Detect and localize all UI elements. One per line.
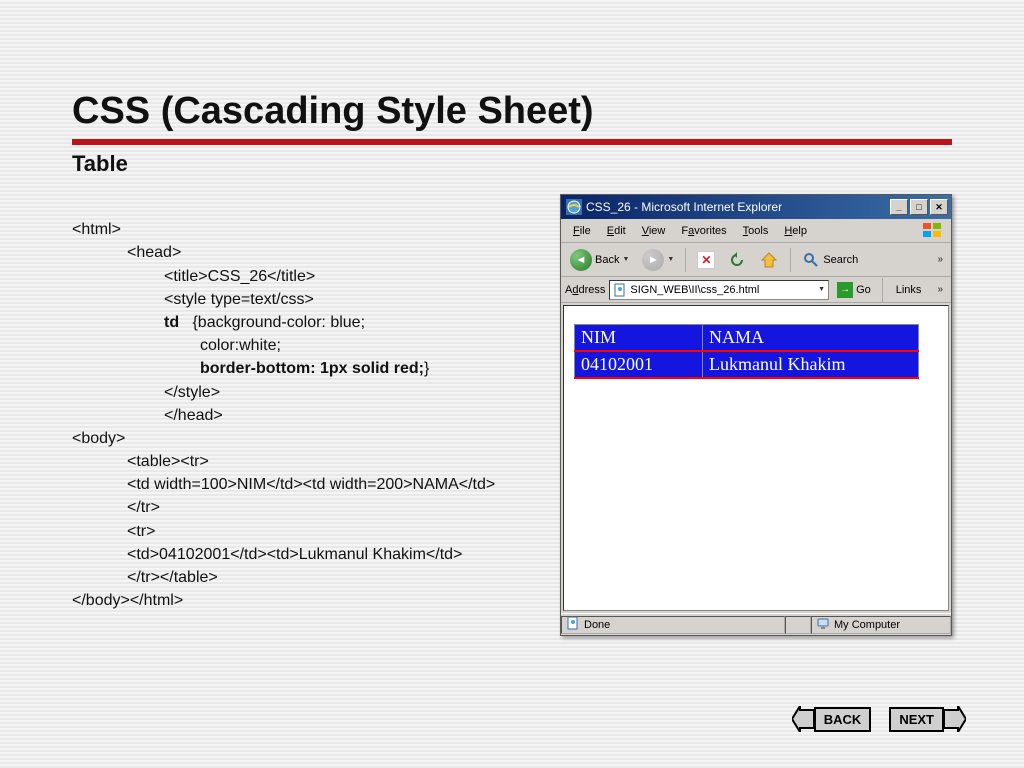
go-button[interactable]: → Go xyxy=(833,280,875,300)
arrow-left-icon xyxy=(792,706,814,732)
arrow-right-icon xyxy=(944,706,966,732)
menu-view[interactable]: View xyxy=(634,223,674,239)
table-row: 04102001 Lukmanul Khakim xyxy=(575,351,919,378)
back-nav-button[interactable]: BACK xyxy=(792,706,872,732)
windows-logo-icon xyxy=(919,221,947,241)
links-button[interactable]: Links xyxy=(890,284,928,296)
address-input[interactable]: SIGN_WEB\II\css_26.html ▼ xyxy=(609,280,829,300)
address-value: SIGN_WEB\II\css_26.html xyxy=(630,284,759,296)
chevron-down-icon: ▼ xyxy=(667,256,674,263)
slide-title: CSS (Cascading Style Sheet) xyxy=(72,90,952,133)
code-line: <td>04102001</td><td>Lukmanul Khakim</td… xyxy=(127,546,462,563)
code-line: </tr> xyxy=(127,499,160,516)
toolbar-separator xyxy=(685,248,686,272)
home-icon xyxy=(759,250,779,270)
status-zone: My Computer xyxy=(811,616,951,634)
code-line: </body></html> xyxy=(72,592,183,609)
menu-edit[interactable]: Edit xyxy=(599,223,634,239)
stop-button[interactable]: ✕ xyxy=(692,247,720,273)
links-overflow-icon[interactable]: » xyxy=(933,284,947,295)
page-icon xyxy=(566,616,580,633)
code-line: <style type=text/css> xyxy=(164,291,314,308)
search-label: Search xyxy=(823,254,858,266)
code-line: border-bottom: 1px solid red;} xyxy=(200,360,429,377)
back-nav-label: BACK xyxy=(814,707,872,732)
code-line: </head> xyxy=(164,407,223,424)
menu-help[interactable]: Help xyxy=(776,223,815,239)
status-done: Done xyxy=(561,616,785,634)
code-line: td {background-color: blue; xyxy=(164,314,365,331)
ie-window-title: CSS_26 - Microsoft Internet Explorer xyxy=(586,200,890,214)
code-line: <td width=100>NIM</td><td width=200>NAMA… xyxy=(127,476,495,493)
forward-arrow-icon: ► xyxy=(642,249,664,271)
ie-content-area: NIM NAMA 04102001 Lukmanul Khakim xyxy=(563,305,949,611)
minimize-button[interactable]: _ xyxy=(890,199,908,215)
ie-app-icon xyxy=(566,199,582,215)
chevron-down-icon: ▼ xyxy=(622,256,629,263)
refresh-button[interactable] xyxy=(723,247,751,273)
home-button[interactable] xyxy=(754,247,784,273)
chevron-down-icon[interactable]: ▼ xyxy=(818,286,825,293)
title-underline xyxy=(72,139,952,145)
code-line: <body> xyxy=(72,430,125,447)
back-label: Back xyxy=(595,254,619,266)
stop-icon: ✕ xyxy=(697,251,715,269)
ie-titlebar[interactable]: CSS_26 - Microsoft Internet Explorer _ □… xyxy=(561,195,951,219)
search-icon xyxy=(802,251,820,269)
code-line: color:white; xyxy=(200,337,281,354)
table-cell: NAMA xyxy=(703,325,919,352)
table-cell: Lukmanul Khakim xyxy=(703,351,919,378)
menu-favorites[interactable]: Favorites xyxy=(673,223,734,239)
demo-table: NIM NAMA 04102001 Lukmanul Khakim xyxy=(574,324,919,379)
ie-statusbar: Done My Computer xyxy=(561,613,951,635)
forward-button[interactable]: ► ▼ xyxy=(637,247,679,273)
code-line: </style> xyxy=(164,384,220,401)
page-icon xyxy=(613,283,627,297)
maximize-button[interactable]: □ xyxy=(910,199,928,215)
go-label: Go xyxy=(856,284,871,296)
back-button[interactable]: ◄ Back ▼ xyxy=(565,247,634,273)
code-line: <title>CSS_26</title> xyxy=(164,268,315,285)
search-button[interactable]: Search xyxy=(797,247,863,273)
ie-browser-window: CSS_26 - Microsoft Internet Explorer _ □… xyxy=(560,194,952,636)
ie-addressbar: Address SIGN_WEB\II\css_26.html ▼ → Go L… xyxy=(561,277,951,303)
next-nav-label: NEXT xyxy=(889,707,944,732)
status-done-text: Done xyxy=(584,619,610,631)
code-line: <tr> xyxy=(127,523,155,540)
status-zone-text: My Computer xyxy=(834,619,900,631)
slide-subtitle: Table xyxy=(72,151,952,177)
table-cell: 04102001 xyxy=(575,351,703,378)
refresh-icon xyxy=(728,251,746,269)
toolbar-overflow-icon[interactable]: » xyxy=(933,254,947,265)
ie-toolbar: ◄ Back ▼ ► ▼ ✕ Search » xyxy=(561,243,951,277)
code-line: <html> xyxy=(72,221,121,238)
status-spacer xyxy=(785,616,811,634)
table-cell: NIM xyxy=(575,325,703,352)
code-line: <table><tr> xyxy=(127,453,209,470)
toolbar-separator xyxy=(882,278,883,302)
next-nav-button[interactable]: NEXT xyxy=(889,706,966,732)
menu-file[interactable]: File xyxy=(565,223,599,239)
code-line: <head> xyxy=(127,244,181,261)
toolbar-separator xyxy=(790,248,791,272)
close-button[interactable]: ✕ xyxy=(930,199,948,215)
menu-tools[interactable]: Tools xyxy=(735,223,777,239)
ie-menubar: File Edit View Favorites Tools Help xyxy=(561,219,951,243)
back-arrow-icon: ◄ xyxy=(570,249,592,271)
address-label: Address xyxy=(565,284,605,296)
go-arrow-icon: → xyxy=(837,282,853,298)
computer-icon xyxy=(816,616,830,633)
table-row: NIM NAMA xyxy=(575,325,919,352)
code-line: </tr></table> xyxy=(127,569,218,586)
